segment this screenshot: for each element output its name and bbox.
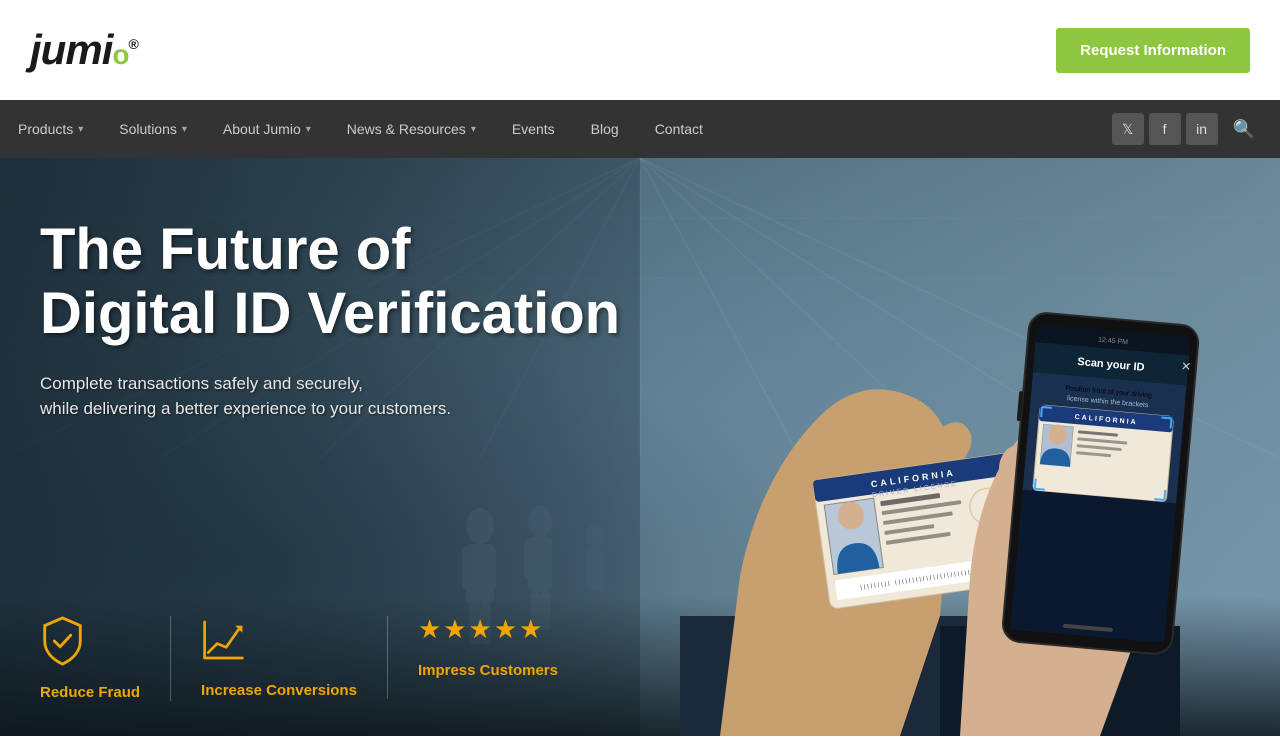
feature-reduce-fraud: Reduce Fraud [40, 616, 171, 701]
impress-customers-label: Impress Customers [418, 662, 558, 679]
twitter-icon[interactable]: 𝕏 [1112, 113, 1144, 145]
hero-visual: CALIFORNIA DRIVER LICENSE ||||||||| ||||… [580, 196, 1280, 736]
search-icon[interactable]: 🔍 [1223, 119, 1265, 140]
reduce-fraud-label: Reduce Fraud [40, 684, 140, 701]
hero-hands-svg: CALIFORNIA DRIVER LICENSE ||||||||| ||||… [580, 196, 1280, 736]
shield-icon [40, 616, 85, 674]
nav-items-left: Products ▾ Solutions ▾ About Jumio ▾ New… [0, 100, 721, 158]
nav-social-icons: 𝕏 f in 🔍 [1112, 113, 1280, 145]
chevron-down-icon: ▾ [182, 124, 187, 135]
features-row: Reduce Fraud Increase Conversions ★★★★★ … [40, 616, 618, 701]
nav-item-events[interactable]: Events [494, 100, 573, 158]
feature-increase-conversions: Increase Conversions [201, 616, 388, 699]
logo-text: jumio® [30, 26, 138, 74]
hero-title: The Future of Digital ID Verification [40, 218, 640, 346]
chevron-down-icon: ▾ [471, 124, 476, 135]
main-navigation: Products ▾ Solutions ▾ About Jumio ▾ New… [0, 100, 1280, 158]
request-info-button[interactable]: Request Information [1056, 28, 1250, 73]
logo[interactable]: jumio® [30, 26, 138, 74]
nav-item-news[interactable]: News & Resources ▾ [329, 100, 494, 158]
nav-item-about[interactable]: About Jumio ▾ [205, 100, 329, 158]
linkedin-icon[interactable]: in [1186, 113, 1218, 145]
chart-up-icon [201, 616, 246, 672]
chevron-down-icon: ▾ [306, 124, 311, 135]
nav-item-contact[interactable]: Contact [637, 100, 721, 158]
svg-text:✕: ✕ [1180, 359, 1191, 374]
stars-icon: ★★★★★ [418, 616, 545, 652]
site-header: jumio® Request Information [0, 0, 1280, 100]
nav-item-blog[interactable]: Blog [573, 100, 637, 158]
hero-section: The Future of Digital ID Verification Co… [0, 158, 1280, 736]
facebook-icon[interactable]: f [1149, 113, 1181, 145]
phone-group: 12:45 PM Scan your ID ✕ Position front o… [998, 311, 1200, 655]
chevron-down-icon: ▾ [78, 124, 83, 135]
hero-subtitle: Complete transactions safely and securel… [40, 371, 640, 422]
nav-item-solutions[interactable]: Solutions ▾ [101, 100, 205, 158]
nav-item-products[interactable]: Products ▾ [0, 100, 101, 158]
feature-impress-customers: ★★★★★ Impress Customers [418, 616, 588, 679]
increase-conversions-label: Increase Conversions [201, 682, 357, 699]
